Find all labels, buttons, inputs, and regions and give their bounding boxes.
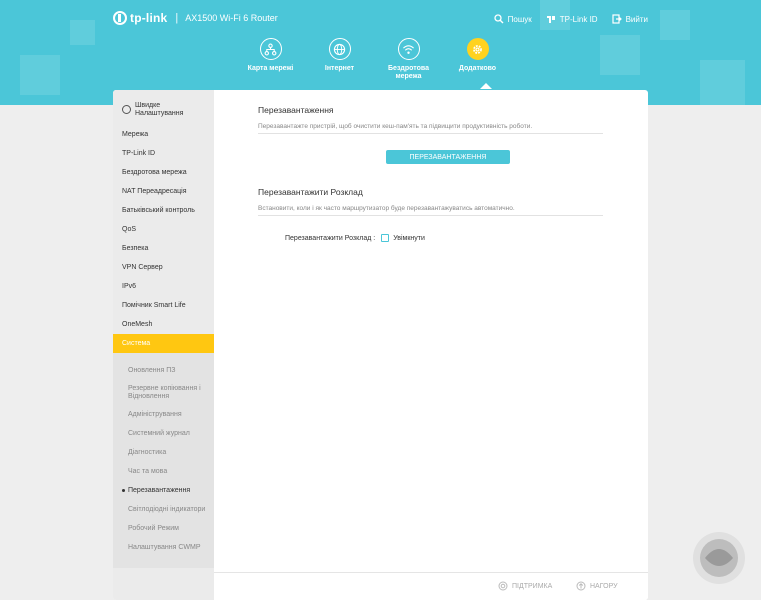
reboot-section-desc: Перезавантажте пристрій, щоб очистити ке…: [258, 123, 603, 134]
wifi-icon: [403, 44, 414, 54]
back-to-top-link[interactable]: НАГОРУ: [576, 581, 618, 591]
back-to-top-label: НАГОРУ: [590, 582, 618, 590]
submenu-reboot-label: Перезавантаження: [128, 486, 191, 494]
sidebar-item-vpn-server[interactable]: VPN Сервер: [113, 258, 214, 277]
main-nav: Карта мережі Інтернет Бездротова мережа …: [236, 38, 512, 81]
header-pattern: [700, 60, 745, 105]
nav-advanced-label: Додатково: [458, 65, 497, 72]
header-separator: |: [175, 12, 179, 24]
gear-icon: [473, 44, 482, 54]
sidebar-item-wireless[interactable]: Бездротова мережа: [113, 163, 214, 182]
submenu-item-system-log[interactable]: Системний журнал: [113, 424, 214, 443]
main-panel: Швидке Налаштування Мережа TP-Link ID Бе…: [113, 90, 648, 600]
search-link[interactable]: Пошук: [494, 14, 532, 24]
reboot-schedule-checkbox[interactable]: [381, 234, 390, 242]
submenu-item-time-language[interactable]: Час та мова: [113, 462, 214, 481]
submenu-spacer: [113, 353, 214, 361]
sidebar-item-network[interactable]: Мережа: [113, 125, 214, 144]
network-map-icon: [264, 43, 277, 55]
submenu-item-administration[interactable]: Адміністрування: [113, 405, 214, 424]
globe-icon: [333, 43, 346, 55]
submenu-item-backup-restore[interactable]: Резервне копіювання і Відновлення: [113, 380, 214, 405]
tplink-logo: tp-link | AX1500 Wi-Fi 6 Router: [113, 11, 278, 25]
header-pattern: [20, 55, 60, 95]
nav-internet[interactable]: Інтернет: [305, 38, 374, 81]
support-link-label: ПІДТРИМКА: [512, 582, 553, 590]
submenu-item-reboot[interactable]: Перезавантаження: [113, 481, 214, 500]
search-link-label: Пошук: [507, 14, 532, 24]
submenu-item-firmware[interactable]: Оновлення ПЗ: [113, 361, 214, 380]
header-pattern: [70, 20, 95, 45]
nav-active-pointer: [480, 83, 492, 89]
tplink-id-icon: [546, 16, 555, 23]
submenu-spacer-bottom: [113, 557, 214, 568]
sidebar-item-qos[interactable]: QoS: [113, 220, 214, 239]
submenu-item-operation-mode[interactable]: Робочий Режим: [113, 519, 214, 538]
sidebar-item-smart-life[interactable]: Помічник Smart Life: [113, 296, 214, 315]
reboot-button[interactable]: ПЕРЕЗАВАНТАЖЕННЯ: [386, 150, 510, 164]
nav-advanced-circle: [466, 38, 489, 60]
nav-network-map-label: Карта мережі: [247, 65, 294, 72]
sidebar-item-onemesh[interactable]: OneMesh: [113, 315, 214, 334]
nav-wireless-label-line2: мережа: [395, 73, 422, 80]
sidebar-quick-setup-line1: Швидке: [135, 101, 161, 109]
reboot-section-title: Перезавантаження: [258, 105, 334, 115]
schedule-section-title: Перезавантажити Розклад: [258, 187, 363, 197]
nav-network-map-circle: [259, 38, 282, 60]
nav-wireless-circle: [397, 38, 420, 60]
nav-wireless-label: Бездротова мережа: [388, 65, 429, 81]
header-pattern: [660, 10, 690, 40]
sidebar-item-security[interactable]: Безпека: [113, 239, 214, 258]
nav-wireless-label-line1: Бездротова: [388, 65, 429, 72]
reboot-schedule-label: Перезавантажити Розклад :: [285, 234, 376, 242]
tplink-id-label: TP-Link ID: [559, 14, 598, 24]
top-links: Пошук TP-Link ID Вийти: [494, 14, 648, 24]
system-submenu: Оновлення ПЗ Резервне копіювання і Відно…: [113, 353, 214, 568]
schedule-section-desc: Встановити, коли і як часто маршрутизато…: [258, 205, 603, 216]
nav-internet-label: Інтернет: [324, 65, 355, 72]
sidebar-item-system[interactable]: Система: [113, 334, 214, 353]
tplink-logo-icon: [113, 11, 127, 25]
reboot-schedule-row: Перезавантажити Розклад : Увімкнути: [285, 234, 425, 242]
logout-link-label: Вийти: [625, 14, 648, 24]
tplink-id-link[interactable]: TP-Link ID: [546, 14, 598, 24]
header-pattern: [600, 35, 640, 75]
logout-link[interactable]: Вийти: [611, 14, 648, 24]
arrow-up-icon: [576, 581, 586, 591]
quick-setup-gear-icon: [122, 105, 131, 114]
nav-wireless[interactable]: Бездротова мережа: [374, 38, 443, 81]
sidebar: Швидке Налаштування Мережа TP-Link ID Бе…: [113, 90, 214, 600]
submenu-item-diagnostics[interactable]: Діагностика: [113, 443, 214, 462]
sidebar-quick-setup-line2: Налаштування: [135, 109, 184, 117]
submenu-backup-label: Резервне копіювання і Відновлення: [128, 385, 201, 401]
support-link[interactable]: ПІДТРИМКА: [498, 581, 552, 591]
nav-internet-circle: [328, 38, 351, 60]
sidebar-item-ipv6[interactable]: IPv6: [113, 277, 214, 296]
sidebar-item-quick-setup[interactable]: Швидке Налаштування: [113, 90, 214, 125]
sidebar-item-tplink-id[interactable]: TP-Link ID: [113, 144, 214, 163]
reboot-schedule-enable-label[interactable]: Увімкнути: [393, 235, 425, 242]
submenu-item-cwmp[interactable]: Налаштування CWMP: [113, 538, 214, 557]
footer: ПІДТРИМКА НАГОРУ: [214, 572, 648, 600]
sidebar-item-parental-controls[interactable]: Батьківський контроль: [113, 201, 214, 220]
current-bullet-icon: [122, 489, 125, 492]
sidebar-item-nat-forwarding[interactable]: NAT Переадресація: [113, 182, 214, 201]
support-icon: [498, 581, 508, 591]
submenu-backup-line1: Резервне копіювання і: [128, 384, 201, 392]
sidebar-quick-setup-label: Швидке Налаштування: [135, 102, 183, 118]
submenu-item-leds[interactable]: Світлодіодні індикатори: [113, 500, 214, 519]
submenu-backup-line2: Відновлення: [128, 392, 170, 400]
nav-network-map[interactable]: Карта мережі: [236, 38, 305, 81]
watermark-logo: [693, 532, 745, 584]
brand-name: tp-link: [130, 11, 168, 25]
search-icon: [494, 14, 504, 24]
nav-advanced[interactable]: Додатково: [443, 38, 512, 81]
logout-icon: [611, 14, 622, 24]
router-model: AX1500 Wi-Fi 6 Router: [185, 13, 278, 23]
